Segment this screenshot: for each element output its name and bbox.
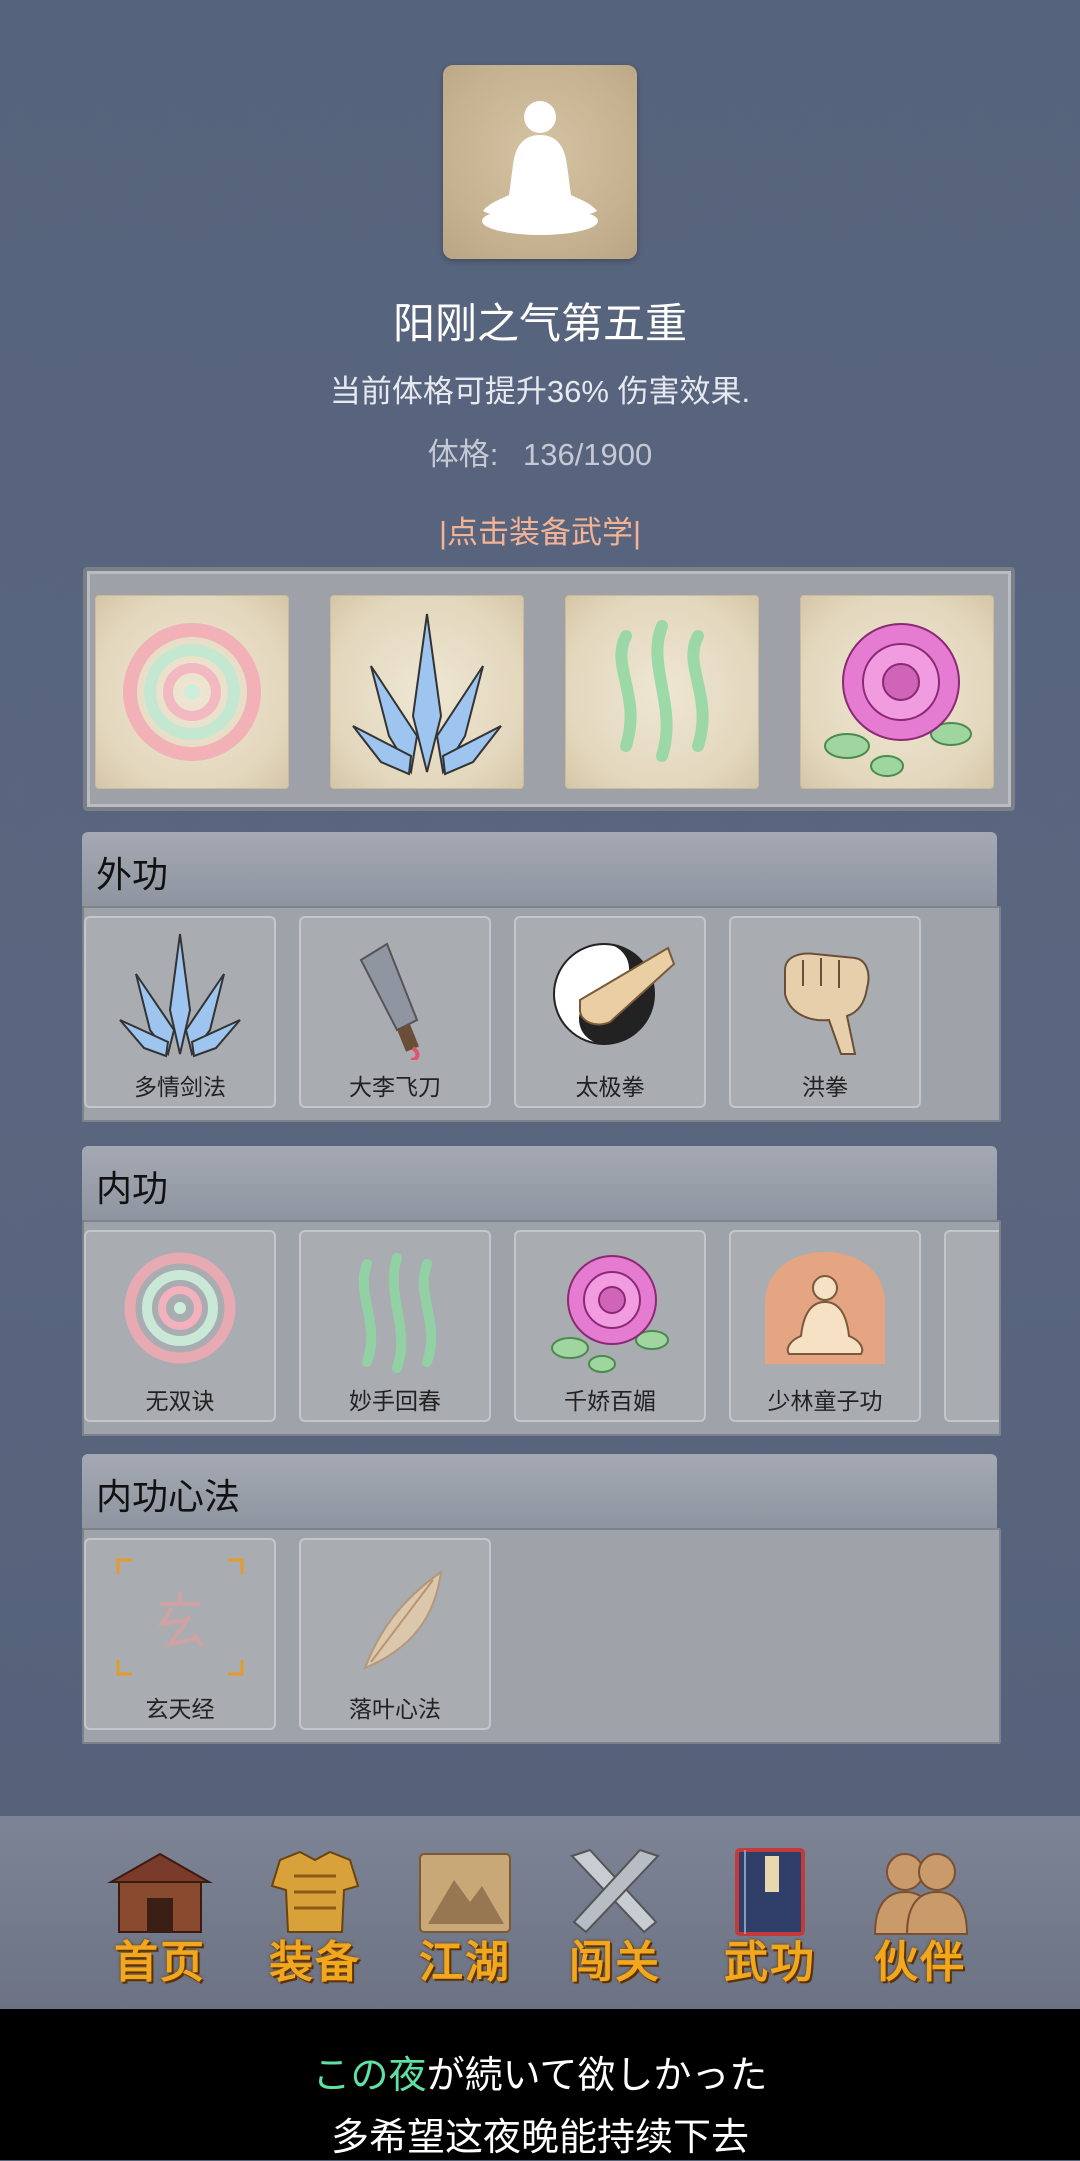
armor-icon <box>270 1850 360 1933</box>
stat-label: 体格: <box>427 437 499 472</box>
nav-label: 江湖 <box>419 1937 511 1988</box>
skill-card-duoqing[interactable]: 多情剑法 <box>84 916 276 1108</box>
subtitle-highlight: この夜 <box>312 2055 427 2097</box>
skill-card-miaoshou[interactable]: 妙手回春 <box>299 1230 491 1422</box>
crossed-swords-icon <box>570 1848 660 1934</box>
partners-icon <box>873 1853 969 1935</box>
section-title: 外功 <box>96 854 169 895</box>
realm-title: 阳刚之气第五重 <box>392 300 687 347</box>
equipped-slot-3[interactable] <box>565 595 759 789</box>
nav-label: 闯关 <box>569 1937 661 1988</box>
meditation-portrait <box>443 65 637 259</box>
nav-label: 装备 <box>269 1937 361 1988</box>
book-icon <box>735 1848 805 1936</box>
flying-knife-icon <box>359 942 420 1060</box>
subtitle-line-1: この夜が続いて欲しかった <box>0 2044 1080 2099</box>
constitution-stat: 体格: 136/1900 <box>0 429 1080 474</box>
stat-value: 136/1900 <box>522 437 653 472</box>
skill-card-partial[interactable] <box>944 1230 999 1422</box>
taiji-fist-icon <box>553 943 676 1045</box>
realm-description: 当前体格可提升36% 伤害效果. <box>329 374 751 409</box>
nav-equipment[interactable]: 装备 <box>250 1846 380 1988</box>
skill-name: 妙手回春 <box>349 1388 441 1414</box>
section-body-neigong: 无双诀 妙手回春 千娇百媚 少林童子功 <box>82 1220 1001 1436</box>
nav-partners[interactable]: 伙伴 <box>855 1846 985 1988</box>
section-title: 内功心法 <box>96 1476 241 1517</box>
meditating-figure-icon <box>482 101 598 235</box>
meditating-monk-icon <box>765 1252 885 1364</box>
nav-label: 武功 <box>724 1937 816 1988</box>
crystal-blades-icon <box>352 613 502 776</box>
equipped-skills-panel <box>83 567 1015 811</box>
subtitle-rest: が続いて欲しかった <box>426 2055 768 2097</box>
green-wisps-icon <box>358 1253 437 1373</box>
nav-home[interactable]: 首页 <box>95 1846 225 1988</box>
section-header-neigong: 内功 <box>82 1146 997 1220</box>
rose-icon <box>824 623 972 777</box>
skill-name: 洪拳 <box>802 1074 848 1100</box>
skill-card-hongquan[interactable]: 洪拳 <box>729 916 921 1108</box>
skill-name: 大李飞刀 <box>349 1074 441 1100</box>
skill-card-qianjiao[interactable]: 千娇百媚 <box>514 1230 706 1422</box>
leaf-icon <box>363 1569 443 1670</box>
skill-name: 千娇百媚 <box>564 1388 656 1414</box>
skill-name: 落叶心法 <box>349 1696 441 1722</box>
nav-jianghu[interactable]: 江湖 <box>400 1846 530 1988</box>
swirl-icon <box>124 1252 236 1364</box>
skill-name: 玄天经 <box>145 1696 215 1722</box>
skill-card-dali[interactable]: 大李飞刀 <box>299 916 491 1108</box>
swirl-icon <box>123 623 261 761</box>
skill-name: 少林童子功 <box>767 1388 883 1414</box>
section-body-xinfa: 玄天经 落叶心法 <box>82 1528 1001 1744</box>
equipped-slot-1[interactable] <box>95 595 289 789</box>
skill-card-shaolin[interactable]: 少林童子功 <box>729 1230 921 1422</box>
skill-card-taiji[interactable]: 太极拳 <box>514 916 706 1108</box>
section-header-xinfa: 内功心法 <box>82 1454 997 1528</box>
equip-hint[interactable]: |点击装备武学| <box>0 507 1080 552</box>
equipped-slot-4[interactable] <box>800 595 994 789</box>
skill-card-luoye[interactable]: 落叶心法 <box>299 1538 491 1730</box>
section-title: 内功 <box>96 1168 169 1209</box>
subtitle-line-2: 多希望这夜晚能持续下去 <box>330 2117 749 2159</box>
section-header-waigong: 外功 <box>82 832 997 906</box>
fist-icon <box>784 952 870 1055</box>
crystal-blades-icon <box>119 933 241 1058</box>
skill-name: 太极拳 <box>575 1074 645 1100</box>
skill-name: 多情剑法 <box>134 1074 226 1100</box>
rose-icon <box>551 1255 669 1373</box>
house-icon <box>107 1852 213 1933</box>
skill-card-wushuang[interactable]: 无双诀 <box>84 1230 276 1422</box>
skill-name: 无双诀 <box>145 1388 215 1414</box>
xuan-scroll-icon <box>116 1558 244 1676</box>
section-body-waigong: 多情剑法 大李飞刀 太极拳 洪拳 <box>82 906 1001 1122</box>
nav-challenge[interactable]: 闯关 <box>550 1846 680 1988</box>
green-wisps-icon <box>615 620 709 762</box>
nav-label: 首页 <box>114 1937 206 1988</box>
bottom-nav: 首页 装备 江湖 闯关 武功 伙伴 <box>0 1816 1080 2009</box>
mountain-scroll-icon <box>419 1853 511 1933</box>
nav-martial-arts[interactable]: 武功 <box>705 1846 835 1988</box>
nav-label: 伙伴 <box>874 1937 966 1988</box>
skill-card-xuantian[interactable]: 玄天经 <box>84 1538 276 1730</box>
equipped-slot-2[interactable] <box>330 595 524 789</box>
